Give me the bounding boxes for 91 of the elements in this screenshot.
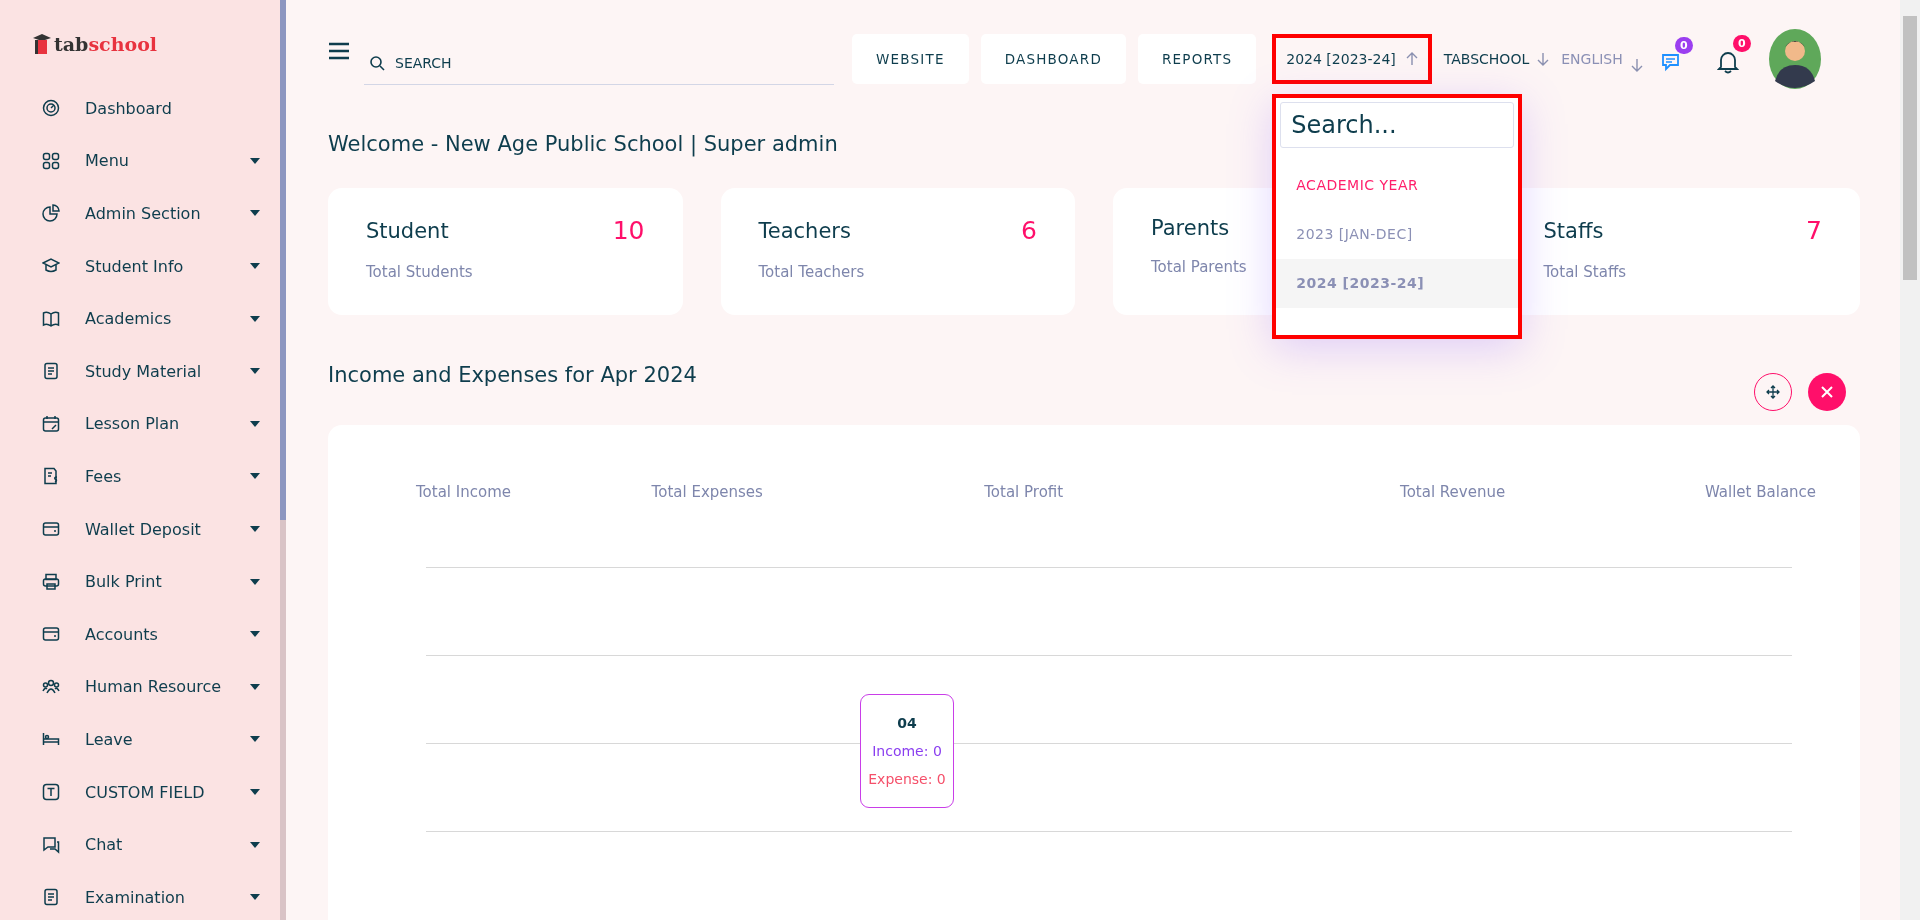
dropdown-header: ACADEMIC YEAR [1295, 176, 1420, 195]
caret-icon [250, 263, 260, 270]
stat-title: Teachers [758, 218, 851, 243]
logo-icon [32, 33, 52, 55]
wallet-icon [42, 520, 60, 539]
caret-icon [250, 420, 260, 427]
clipboard-icon [42, 888, 60, 907]
caret-icon [250, 841, 260, 848]
caret-icon [250, 631, 260, 638]
caret-icon [250, 368, 260, 375]
caret-icon [250, 789, 260, 795]
nav-button[interactable]: REPORTS [1138, 34, 1257, 84]
stat-title: Staffs [1543, 218, 1604, 243]
sidebar-item[interactable]: Wallet Deposit [32, 502, 280, 556]
scrollbar-thumb[interactable] [280, 0, 286, 520]
sidebar-item[interactable]: Academics [32, 292, 280, 345]
sidebar-item[interactable]: Chat [32, 818, 280, 871]
stat-subtitle: Total Staffs [1543, 263, 1628, 281]
close-icon [1820, 385, 1834, 399]
caret-icon [250, 526, 260, 533]
nav-button[interactable]: DASHBOARD [980, 34, 1126, 84]
stat-subtitle: Total Parents [1151, 258, 1248, 276]
book-icon [42, 309, 60, 328]
avatar[interactable] [1768, 29, 1821, 89]
sidebar-item[interactable]: Bulk Print [32, 555, 280, 608]
stat-count: 7 [1806, 216, 1822, 245]
sidebar-item[interactable]: CUSTOM FIELD [32, 765, 280, 819]
caret-icon [250, 473, 260, 480]
year-selector[interactable]: 2024 [2023-24] [1272, 34, 1432, 84]
people-icon [42, 677, 60, 696]
message-count-badge: 0 [1675, 37, 1693, 54]
card-icon [42, 625, 60, 644]
summary-label: Total Income [416, 483, 511, 501]
menu-icon[interactable] [328, 42, 350, 60]
search-icon [370, 56, 385, 71]
stat-title: Parents [1151, 216, 1230, 240]
sidebar-item[interactable]: Admin Section [32, 187, 280, 240]
bell-icon[interactable] [1716, 50, 1739, 74]
stat-subtitle: Total Teachers [758, 263, 866, 281]
sidebar-item[interactable]: Dashboard [32, 82, 280, 135]
nav-button[interactable]: WEBSITE [852, 34, 969, 84]
document-icon [42, 362, 60, 381]
stat-subtitle: Total Students [366, 263, 474, 281]
section-title: Income and Expenses for Apr 2024 [328, 363, 697, 387]
caret-icon [250, 315, 260, 322]
caret-icon [250, 210, 260, 217]
sidebar-item[interactable]: Study Material [32, 344, 280, 398]
caret-icon [250, 736, 260, 743]
caret-icon [250, 894, 260, 901]
text-box-icon [42, 783, 60, 801]
stat-title: Student [366, 218, 449, 243]
grid-icon [42, 151, 60, 170]
tooltip-expense: Expense: 0 [868, 771, 946, 787]
sidebar-item[interactable]: Accounts [32, 607, 280, 661]
logo[interactable]: tabschool [32, 28, 280, 60]
sidebar-item[interactable]: Menu [32, 134, 280, 188]
caret-icon [250, 578, 260, 585]
sidebar-item[interactable]: Human Resource [32, 660, 280, 714]
welcome-heading: Welcome - New Age Public School | Super admin [328, 132, 839, 156]
school-selector[interactable]: TABSCHOOL [1443, 51, 1550, 67]
stat-count: 6 [1021, 216, 1037, 245]
notification-count-badge: 0 [1733, 35, 1751, 52]
caret-icon [250, 683, 260, 690]
sidebar-item[interactable]: Leave [32, 713, 280, 766]
calendar-icon [42, 414, 60, 433]
arrow-down-icon [1630, 58, 1643, 72]
pie-chart-icon [42, 204, 60, 223]
printer-icon [42, 572, 60, 591]
scrollbar-thumb[interactable] [1903, 16, 1917, 280]
chat-icon[interactable] [1660, 52, 1681, 72]
summary-label: Wallet Balance [1704, 483, 1817, 501]
gauge-icon [42, 99, 60, 118]
sidebar-item[interactable]: Lesson Plan [32, 397, 280, 451]
logo-text: tabschool [54, 33, 158, 55]
chat-icon [42, 835, 60, 854]
receipt-icon [42, 467, 60, 486]
sidebar-item[interactable]: Fees [32, 450, 280, 503]
arrow-up-icon [1405, 52, 1418, 66]
search-field[interactable]: SEARCH [364, 41, 834, 85]
sidebar-item[interactable]: Student Info [32, 239, 280, 293]
summary-label: Total Expenses [651, 483, 763, 501]
summary-label: Total Revenue [1400, 483, 1506, 501]
sidebar-item[interactable]: Examination [32, 870, 280, 920]
summary-label: Total Profit [984, 483, 1064, 501]
caret-icon [250, 157, 260, 164]
close-button[interactable] [1808, 373, 1846, 411]
arrow-down-icon [1537, 52, 1550, 66]
tooltip-income: Income: 0 [872, 743, 942, 759]
search-field[interactable]: Search... [1280, 102, 1515, 148]
stat-count: 10 [612, 216, 645, 245]
tooltip-title: 04 [897, 715, 917, 731]
